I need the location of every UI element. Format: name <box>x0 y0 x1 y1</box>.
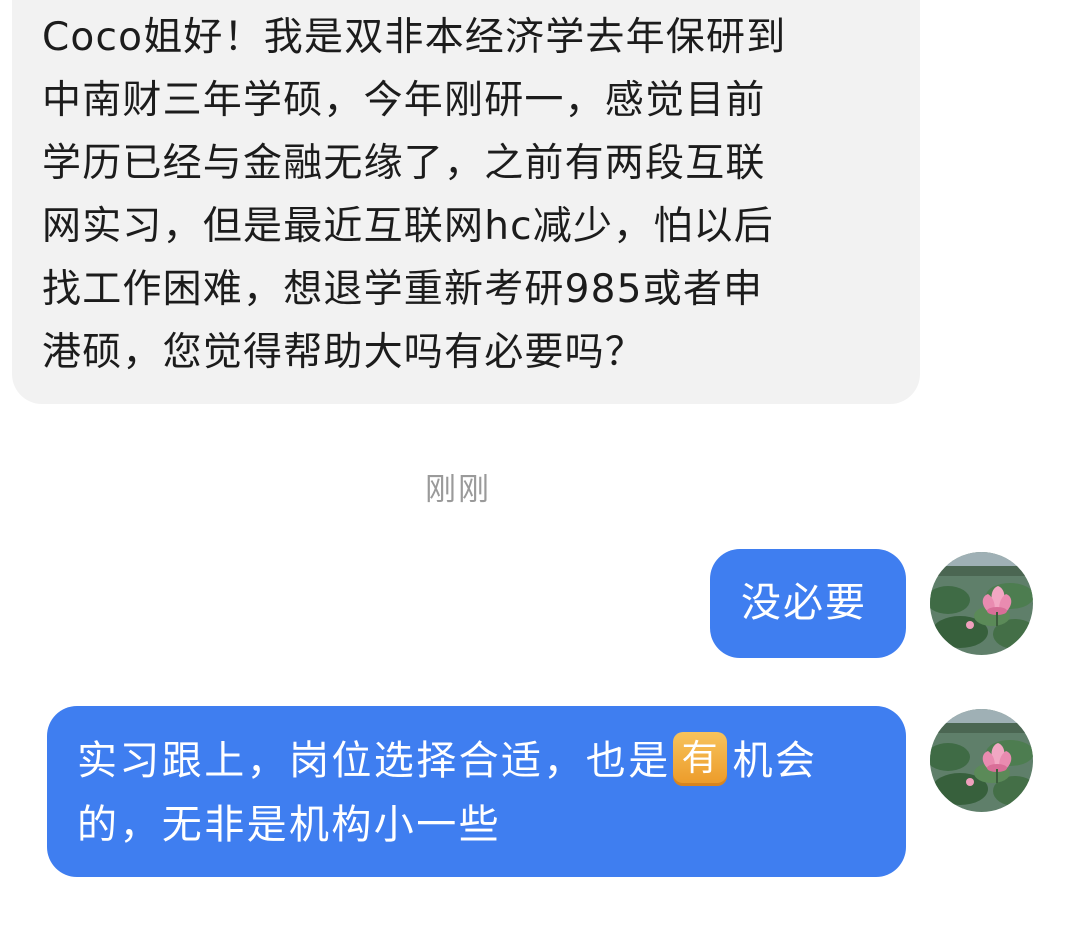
lotus-avatar-icon <box>930 552 1033 655</box>
message-timestamp: 刚刚 <box>425 472 491 508</box>
outgoing-message-text: 没必要 <box>741 580 867 626</box>
user-avatar[interactable] <box>930 552 1033 655</box>
outgoing-message-line: 的，无非是机构小一些 <box>77 802 501 848</box>
incoming-message-line: 网实习，但是最近互联网hc减少，怕以后 <box>42 204 774 249</box>
outgoing-message-line: 实习跟上，岗位选择合适，也是有机会 <box>77 729 886 793</box>
squared-you-emoji-icon: 有 <box>672 732 727 786</box>
outgoing-message-text-segment: 实习跟上，岗位选择合适，也是 <box>77 738 671 784</box>
incoming-message-bubble[interactable]: Coco姐好！我是双非本经济学去年保研到 中南财三年学硕，今年刚研一，感觉目前 … <box>12 0 920 404</box>
incoming-message-line: 港硕，您觉得帮助大吗有必要吗？ <box>42 330 646 375</box>
incoming-message-line: 学历已经与金融无缘了，之前有两段互联 <box>42 141 766 186</box>
incoming-message-text: Coco姐好！我是双非本经济学去年保研到 中南财三年学硕，今年刚研一，感觉目前 … <box>42 6 900 384</box>
outgoing-message-bubble[interactable]: 实习跟上，岗位选择合适，也是有机会 的，无非是机构小一些 <box>47 706 906 877</box>
outgoing-message-text-segment: 机会 <box>732 738 818 784</box>
outgoing-message-bubble[interactable]: 没必要 <box>710 549 906 658</box>
incoming-message-line: 中南财三年学硕，今年刚研一，感觉目前 <box>42 78 766 123</box>
incoming-message-line: Coco姐好！我是双非本经济学去年保研到 <box>42 15 787 60</box>
incoming-message-line: 找工作困难，想退学重新考研985或者申 <box>42 267 764 312</box>
user-avatar[interactable] <box>930 709 1033 812</box>
lotus-avatar-icon <box>930 709 1033 812</box>
